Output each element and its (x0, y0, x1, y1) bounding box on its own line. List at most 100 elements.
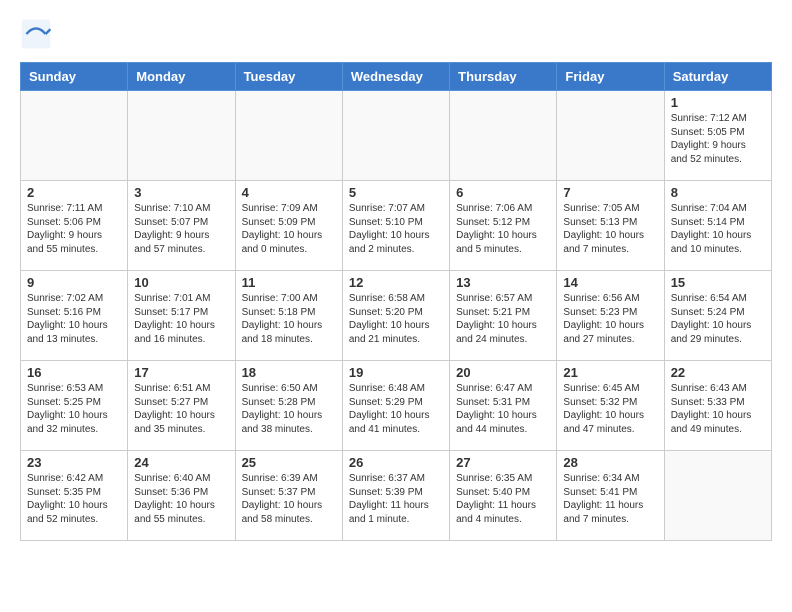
column-header-friday: Friday (557, 63, 664, 91)
day-info: Sunrise: 6:51 AM Sunset: 5:27 PM Dayligh… (134, 382, 228, 436)
day-number: 11 (242, 275, 336, 290)
day-info: Sunrise: 7:04 AM Sunset: 5:14 PM Dayligh… (671, 202, 765, 256)
day-number: 3 (134, 185, 228, 200)
calendar-cell: 15Sunrise: 6:54 AM Sunset: 5:24 PM Dayli… (664, 271, 771, 361)
page-header (20, 20, 772, 52)
week-row-3: 9 Sunrise: 7:02 AM Sunset: 5:16 PM Daylig… (21, 271, 772, 361)
day-info: Sunrise: 6:56 AM Sunset: 5:23 PM Dayligh… (563, 292, 657, 346)
day-number: 27 (456, 455, 550, 470)
day-info: Sunrise: 6:34 AM Sunset: 5:41 PM Dayligh… (563, 472, 657, 526)
column-header-thursday: Thursday (450, 63, 557, 91)
day-number: 7 (563, 185, 657, 200)
day-info: Sunrise: 6:39 AM Sunset: 5:37 PM Dayligh… (242, 472, 336, 526)
calendar-cell: 5 Sunrise: 7:07 AM Sunset: 5:10 PM Daylig… (342, 181, 449, 271)
day-number: 6 (456, 185, 550, 200)
day-info: Sunrise: 6:37 AM Sunset: 5:39 PM Dayligh… (349, 472, 443, 526)
day-info: Sunrise: 7:11 AM Sunset: 5:06 PM Dayligh… (27, 202, 121, 256)
day-info: Sunrise: 6:48 AM Sunset: 5:29 PM Dayligh… (349, 382, 443, 436)
calendar-cell (235, 91, 342, 181)
column-header-wednesday: Wednesday (342, 63, 449, 91)
column-header-sunday: Sunday (21, 63, 128, 91)
calendar-table: SundayMondayTuesdayWednesdayThursdayFrid… (20, 62, 772, 541)
day-number: 20 (456, 365, 550, 380)
logo-icon (20, 18, 52, 50)
day-info: Sunrise: 7:02 AM Sunset: 5:16 PM Dayligh… (27, 292, 121, 346)
day-number: 1 (671, 95, 765, 110)
day-number: 9 (27, 275, 121, 290)
day-info: Sunrise: 6:40 AM Sunset: 5:36 PM Dayligh… (134, 472, 228, 526)
day-number: 28 (563, 455, 657, 470)
day-info: Sunrise: 6:45 AM Sunset: 5:32 PM Dayligh… (563, 382, 657, 436)
day-info: Sunrise: 6:35 AM Sunset: 5:40 PM Dayligh… (456, 472, 550, 526)
calendar-cell: 9 Sunrise: 7:02 AM Sunset: 5:16 PM Daylig… (21, 271, 128, 361)
day-number: 5 (349, 185, 443, 200)
column-header-saturday: Saturday (664, 63, 771, 91)
calendar-cell (557, 91, 664, 181)
calendar-cell: 27 Sunrise: 6:35 AM Sunset: 5:40 PM Dayli… (450, 451, 557, 541)
calendar-cell (21, 91, 128, 181)
calendar-cell: 8 Sunrise: 7:04 AM Sunset: 5:14 PM Daylig… (664, 181, 771, 271)
day-number: 26 (349, 455, 443, 470)
day-info: Sunrise: 6:47 AM Sunset: 5:31 PM Dayligh… (456, 382, 550, 436)
calendar-cell: 26 Sunrise: 6:37 AM Sunset: 5:39 PM Dayli… (342, 451, 449, 541)
column-header-monday: Monday (128, 63, 235, 91)
day-info: Sunrise: 6:53 AM Sunset: 5:25 PM Dayligh… (27, 382, 121, 436)
day-number: 8 (671, 185, 765, 200)
day-number: 24 (134, 455, 228, 470)
day-info: Sunrise: 7:10 AM Sunset: 5:07 PM Dayligh… (134, 202, 228, 256)
day-number: 12 (349, 275, 443, 290)
day-info: Sunrise: 6:43 AM Sunset: 5:33 PM Dayligh… (671, 382, 765, 436)
day-info: Sunrise: 7:06 AM Sunset: 5:12 PM Dayligh… (456, 202, 550, 256)
calendar-cell: 2Sunrise: 7:11 AM Sunset: 5:06 PM Daylig… (21, 181, 128, 271)
week-row-4: 16 Sunrise: 6:53 AM Sunset: 5:25 PM Dayli… (21, 361, 772, 451)
calendar-cell: 21 Sunrise: 6:45 AM Sunset: 5:32 PM Dayli… (557, 361, 664, 451)
week-row-5: 23 Sunrise: 6:42 AM Sunset: 5:35 PM Dayli… (21, 451, 772, 541)
day-info: Sunrise: 7:09 AM Sunset: 5:09 PM Dayligh… (242, 202, 336, 256)
calendar-cell: 28 Sunrise: 6:34 AM Sunset: 5:41 PM Dayli… (557, 451, 664, 541)
calendar-cell (342, 91, 449, 181)
calendar-cell: 24 Sunrise: 6:40 AM Sunset: 5:36 PM Dayli… (128, 451, 235, 541)
day-info: Sunrise: 7:12 AM Sunset: 5:05 PM Dayligh… (671, 112, 765, 166)
calendar-cell: 7 Sunrise: 7:05 AM Sunset: 5:13 PM Daylig… (557, 181, 664, 271)
calendar-cell: 17 Sunrise: 6:51 AM Sunset: 5:27 PM Dayli… (128, 361, 235, 451)
day-number: 21 (563, 365, 657, 380)
calendar-cell (450, 91, 557, 181)
calendar-cell: 13 Sunrise: 6:57 AM Sunset: 5:21 PM Dayli… (450, 271, 557, 361)
day-number: 25 (242, 455, 336, 470)
day-number: 10 (134, 275, 228, 290)
calendar-cell: 4 Sunrise: 7:09 AM Sunset: 5:09 PM Daylig… (235, 181, 342, 271)
day-info: Sunrise: 7:07 AM Sunset: 5:10 PM Dayligh… (349, 202, 443, 256)
day-info: Sunrise: 7:00 AM Sunset: 5:18 PM Dayligh… (242, 292, 336, 346)
calendar-cell: 23 Sunrise: 6:42 AM Sunset: 5:35 PM Dayli… (21, 451, 128, 541)
day-info: Sunrise: 6:54 AM Sunset: 5:24 PM Dayligh… (671, 292, 765, 346)
calendar-cell: 10 Sunrise: 7:01 AM Sunset: 5:17 PM Dayli… (128, 271, 235, 361)
day-number: 19 (349, 365, 443, 380)
day-info: Sunrise: 7:01 AM Sunset: 5:17 PM Dayligh… (134, 292, 228, 346)
day-number: 13 (456, 275, 550, 290)
day-number: 17 (134, 365, 228, 380)
calendar-cell: 3 Sunrise: 7:10 AM Sunset: 5:07 PM Daylig… (128, 181, 235, 271)
calendar-cell (128, 91, 235, 181)
calendar-cell (664, 451, 771, 541)
day-info: Sunrise: 6:58 AM Sunset: 5:20 PM Dayligh… (349, 292, 443, 346)
week-row-2: 2Sunrise: 7:11 AM Sunset: 5:06 PM Daylig… (21, 181, 772, 271)
column-header-tuesday: Tuesday (235, 63, 342, 91)
calendar-cell: 11 Sunrise: 7:00 AM Sunset: 5:18 PM Dayli… (235, 271, 342, 361)
day-info: Sunrise: 6:57 AM Sunset: 5:21 PM Dayligh… (456, 292, 550, 346)
day-info: Sunrise: 6:42 AM Sunset: 5:35 PM Dayligh… (27, 472, 121, 526)
day-info: Sunrise: 7:05 AM Sunset: 5:13 PM Dayligh… (563, 202, 657, 256)
day-number: 14 (563, 275, 657, 290)
calendar-header-row: SundayMondayTuesdayWednesdayThursdayFrid… (21, 63, 772, 91)
day-info: Sunrise: 6:50 AM Sunset: 5:28 PM Dayligh… (242, 382, 336, 436)
week-row-1: 1 Sunrise: 7:12 AM Sunset: 5:05 PM Daylig… (21, 91, 772, 181)
calendar-cell: 19 Sunrise: 6:48 AM Sunset: 5:29 PM Dayli… (342, 361, 449, 451)
calendar-cell: 25 Sunrise: 6:39 AM Sunset: 5:37 PM Dayli… (235, 451, 342, 541)
day-number: 16 (27, 365, 121, 380)
calendar-cell: 16 Sunrise: 6:53 AM Sunset: 5:25 PM Dayli… (21, 361, 128, 451)
logo (20, 20, 54, 52)
day-number: 4 (242, 185, 336, 200)
calendar-cell: 18 Sunrise: 6:50 AM Sunset: 5:28 PM Dayli… (235, 361, 342, 451)
day-number: 18 (242, 365, 336, 380)
calendar-cell: 12 Sunrise: 6:58 AM Sunset: 5:20 PM Dayli… (342, 271, 449, 361)
day-number: 23 (27, 455, 121, 470)
